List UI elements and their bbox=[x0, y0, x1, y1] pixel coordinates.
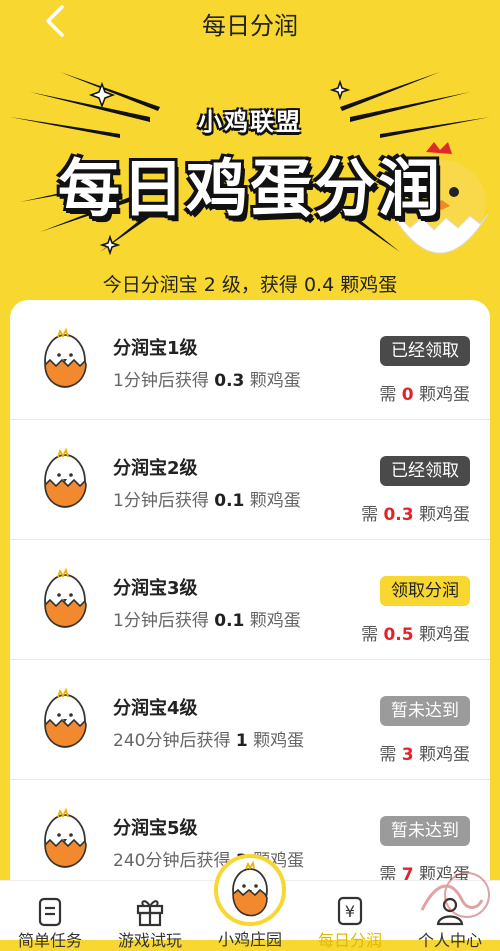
level-name: 分润宝4级 bbox=[113, 698, 198, 719]
reward-prefix: 1分钟后获得 bbox=[113, 371, 209, 391]
level-requirement: 需 0.3 颗鸡蛋 bbox=[361, 500, 470, 525]
need-amount: 3 bbox=[401, 745, 414, 765]
level-name: 分润宝1级 bbox=[113, 338, 198, 359]
need-suffix: 颗鸡蛋 bbox=[419, 625, 470, 645]
svg-text:¥: ¥ bbox=[345, 902, 355, 921]
level-reward-desc: 240分钟后获得 1 颗鸡蛋 bbox=[113, 726, 304, 751]
reward-suffix: 颗鸡蛋 bbox=[253, 731, 305, 751]
tab-game-trial[interactable]: 游戏试玩 bbox=[100, 881, 200, 950]
need-prefix: 需 bbox=[379, 385, 397, 405]
level-status-button: 已经领取 bbox=[380, 456, 470, 486]
need-suffix: 颗鸡蛋 bbox=[419, 745, 470, 765]
reward-amount: 0.1 bbox=[214, 491, 245, 511]
level-name: 分润宝5级 bbox=[113, 818, 198, 839]
reward-suffix: 颗鸡蛋 bbox=[249, 611, 301, 631]
tab-label: 游戏试玩 bbox=[117, 931, 182, 950]
level-requirement: 需 3 颗鸡蛋 bbox=[379, 740, 470, 765]
banner-brand-title: 小鸡联盟 bbox=[198, 108, 302, 136]
need-prefix: 需 bbox=[361, 625, 379, 645]
level-row: 分润宝4级 240分钟后获得 1 颗鸡蛋 暂未达到 需 3 颗鸡蛋 bbox=[10, 660, 490, 780]
tab-label: 个人中心 bbox=[417, 931, 482, 950]
need-amount: 0.5 bbox=[383, 625, 414, 645]
need-prefix: 需 bbox=[379, 745, 397, 765]
banner-main-title: 每日鸡蛋分润 bbox=[57, 152, 442, 225]
chick-egg-icon bbox=[44, 808, 87, 868]
level-status-button[interactable]: 领取分润 bbox=[380, 576, 470, 606]
need-prefix: 需 bbox=[361, 505, 379, 525]
chick-egg-icon bbox=[232, 860, 268, 917]
reward-amount: 0.1 bbox=[214, 611, 245, 631]
reward-prefix: 1分钟后获得 bbox=[113, 611, 209, 631]
watermark-stamp bbox=[420, 872, 490, 918]
chick-egg-icon bbox=[44, 568, 87, 628]
tab-label: 简单任务 bbox=[17, 931, 82, 950]
promo-banner: 小鸡联盟 每日鸡蛋分润 bbox=[0, 62, 500, 272]
level-list: 分润宝1级 1分钟后获得 0.3 颗鸡蛋 已经领取 需 0 颗鸡蛋 分润宝2级 … bbox=[10, 300, 490, 900]
chick-egg-icon bbox=[44, 328, 87, 388]
tab-label: 小鸡庄园 bbox=[217, 930, 282, 949]
chick-egg-icon bbox=[44, 448, 87, 508]
reward-amount: 1 bbox=[235, 731, 248, 751]
level-reward-desc: 1分钟后获得 0.3 颗鸡蛋 bbox=[113, 366, 301, 391]
tab-daily-profit[interactable]: ¥ 每日分润 bbox=[300, 881, 400, 950]
tab-chick-farm[interactable] bbox=[214, 854, 286, 926]
daily-summary: 今日分润宝 2 级，获得 0.4 颗鸡蛋 bbox=[102, 274, 398, 296]
need-suffix: 颗鸡蛋 bbox=[419, 385, 470, 405]
chick-egg-icon bbox=[44, 688, 87, 748]
page-title: 每日分润 bbox=[202, 12, 298, 40]
level-requirement: 需 0.5 颗鸡蛋 bbox=[361, 620, 470, 645]
tab-simple-tasks[interactable]: 简单任务 bbox=[0, 881, 100, 950]
level-row: 分润宝1级 1分钟后获得 0.3 颗鸡蛋 已经领取 需 0 颗鸡蛋 bbox=[10, 300, 490, 420]
need-amount: 0 bbox=[401, 385, 414, 405]
need-amount: 0.3 bbox=[383, 505, 414, 525]
yen-icon: ¥ bbox=[337, 896, 363, 926]
level-status-button: 已经领取 bbox=[380, 336, 470, 366]
reward-prefix: 240分钟后获得 bbox=[113, 731, 231, 751]
need-suffix: 颗鸡蛋 bbox=[419, 505, 470, 525]
level-status-button: 暂未达到 bbox=[380, 696, 470, 726]
level-row: 分润宝3级 1分钟后获得 0.1 颗鸡蛋 领取分润 需 0.5 颗鸡蛋 bbox=[10, 540, 490, 660]
level-requirement: 需 0 颗鸡蛋 bbox=[379, 380, 470, 405]
level-name: 分润宝2级 bbox=[113, 458, 198, 479]
reward-suffix: 颗鸡蛋 bbox=[249, 371, 301, 391]
level-reward-desc: 1分钟后获得 0.1 颗鸡蛋 bbox=[113, 486, 301, 511]
reward-amount: 0.3 bbox=[214, 371, 245, 391]
level-reward-desc: 1分钟后获得 0.1 颗鸡蛋 bbox=[113, 606, 301, 631]
nav-bar: 每日分润 bbox=[0, 0, 500, 44]
tab-label: 每日分润 bbox=[317, 931, 382, 950]
level-name: 分润宝3级 bbox=[113, 578, 198, 599]
task-list-icon bbox=[38, 897, 62, 927]
level-row: 分润宝2级 1分钟后获得 0.1 颗鸡蛋 已经领取 需 0.3 颗鸡蛋 bbox=[10, 420, 490, 540]
reward-prefix: 1分钟后获得 bbox=[113, 491, 209, 511]
reward-prefix: 240分钟后获得 bbox=[113, 851, 231, 871]
reward-suffix: 颗鸡蛋 bbox=[249, 491, 301, 511]
level-status-button: 暂未达到 bbox=[380, 816, 470, 846]
gift-icon bbox=[136, 900, 164, 927]
